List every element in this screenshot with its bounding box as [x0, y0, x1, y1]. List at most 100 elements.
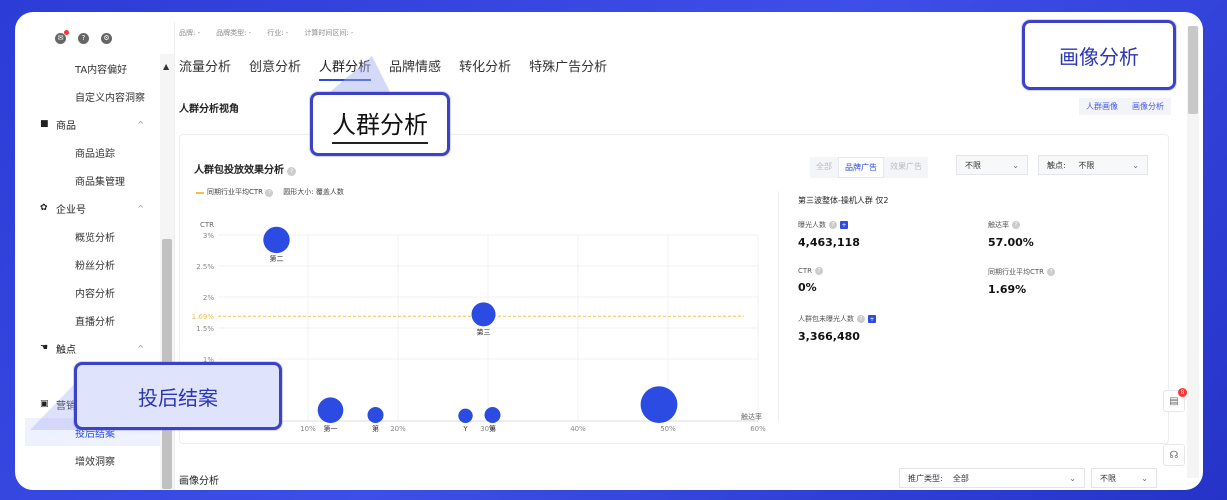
- touch-icon: ☚: [40, 343, 49, 353]
- bubble: [484, 407, 501, 423]
- view-button-portrait[interactable]: 画像分析: [1125, 98, 1171, 115]
- bubble-label: 第: [372, 424, 379, 433]
- metric-value: 3,366,480: [798, 330, 860, 343]
- sidebar-item[interactable]: 商品集管理: [25, 166, 174, 194]
- bubble-label: Y: [462, 425, 468, 433]
- crowd-analysis-callout: 人群分析: [310, 92, 450, 156]
- extra-filter-value: 不限: [1100, 473, 1116, 483]
- bubble: [317, 397, 344, 423]
- message-badge: 8: [1178, 388, 1187, 397]
- metric-label-row: 曝光人数? +: [798, 220, 968, 230]
- metric-label-row: 触达率?: [988, 220, 1158, 230]
- metric: CTR? 0%: [798, 267, 968, 296]
- panel-divider: [778, 191, 779, 421]
- sidebar-item[interactable]: 直播分析: [25, 306, 174, 334]
- sidebar-item[interactable]: 内容分析: [25, 278, 174, 306]
- add-icon[interactable]: +: [840, 221, 848, 229]
- chat-icon[interactable]: ✉: [55, 29, 69, 44]
- metric-label: 触达率: [988, 221, 1009, 229]
- view-button-crowd-profile[interactable]: 人群画像: [1079, 98, 1125, 115]
- page-scrollbar[interactable]: [1187, 26, 1199, 478]
- x-tick-label: 50%: [660, 425, 676, 433]
- promotion-type-select[interactable]: 推广类型: 全部 ⌄: [899, 468, 1085, 488]
- extra-filter-select[interactable]: 不限 ⌄: [1091, 468, 1157, 488]
- metric: 曝光人数? +4,463,118: [798, 220, 968, 249]
- metric-label: 曝光人数: [798, 221, 826, 229]
- message-icon: ▤: [1169, 395, 1179, 407]
- touch-value: 不限: [1078, 160, 1095, 170]
- bubble: [458, 408, 473, 423]
- view-switch: 人群画像 画像分析: [1079, 98, 1171, 115]
- help-icon[interactable]: ?: [287, 167, 296, 176]
- promotion-type-label: 推广类型:: [908, 473, 943, 483]
- metric: 触达率? 57.00%: [988, 220, 1158, 249]
- touch-select[interactable]: 触点: 不限 ⌄: [1038, 155, 1148, 175]
- chevron-down-icon: ⌄: [1141, 473, 1148, 483]
- filter-item: 计算时间区间: -: [304, 29, 354, 37]
- settings-icon[interactable]: ⚙: [101, 32, 112, 44]
- sidebar-item[interactable]: 粉丝分析: [25, 250, 174, 278]
- bubble-label: 第: [489, 424, 496, 433]
- metric-label: CTR: [798, 267, 813, 275]
- page-scroll-thumb[interactable]: [1188, 26, 1198, 114]
- sidebar-group[interactable]: ☚ 触点 ^: [25, 334, 174, 362]
- card-title-text: 人群包投放效果分析: [194, 165, 284, 176]
- metric-value: 57.00%: [988, 236, 1034, 249]
- y-tick-label: 1.5%: [196, 325, 214, 333]
- detail-title: 第三波整体-操机人群 仅2: [798, 196, 889, 205]
- sidebar-item[interactable]: 增效洞察: [25, 446, 174, 474]
- promotion-type-value: 全部: [952, 473, 969, 483]
- ad-filter-select[interactable]: 不限 ⌄: [956, 155, 1028, 175]
- filter-item: 行业: -: [267, 29, 289, 37]
- sidebar-group[interactable]: ✿ 企业号 ^: [25, 194, 174, 222]
- tab-0[interactable]: 流量分析: [179, 56, 231, 81]
- chevron-up-icon: ^: [137, 119, 144, 129]
- help-icon[interactable]: ?: [78, 32, 89, 44]
- sidebar-top-icons: ✉ ? ⚙: [25, 22, 174, 54]
- sidebar-item[interactable]: 商品追踪: [25, 138, 174, 166]
- segment-option[interactable]: 全部: [810, 157, 838, 178]
- help-icon[interactable]: ?: [1047, 268, 1056, 276]
- metric-value: 1.69%: [988, 283, 1027, 296]
- metric-value: 4,463,118: [798, 236, 860, 249]
- sidebar-group-label: 营销: [56, 400, 76, 412]
- bubble: [640, 386, 678, 423]
- metric: 人群包未曝光人数? +3,366,480: [798, 314, 968, 343]
- add-icon[interactable]: +: [868, 315, 876, 323]
- portrait-callout-text: 画像分析: [1059, 44, 1139, 69]
- bubble: [263, 226, 290, 254]
- scroll-up-icon[interactable]: ▲: [163, 62, 169, 71]
- postcast-callout: 投后结案: [74, 362, 282, 430]
- x-tick-label: 40%: [570, 425, 586, 433]
- x-tick-label: 20%: [390, 425, 406, 433]
- metric-value: 0%: [798, 281, 817, 294]
- x-tick-label: 10%: [300, 425, 316, 433]
- bubble-label: 第三: [477, 327, 491, 336]
- metric-label: 同期行业平均CTR: [988, 268, 1045, 276]
- portrait-section-title: 画像分析: [179, 476, 219, 487]
- filter-item: 品牌类型: -: [216, 29, 252, 37]
- message-float-button[interactable]: ▤ 8: [1163, 388, 1187, 412]
- sidebar-group-label: 企业号: [56, 204, 86, 216]
- help-icon[interactable]: ?: [829, 221, 837, 229]
- bubble-label: 第二: [270, 254, 284, 263]
- help-icon[interactable]: ?: [857, 315, 865, 323]
- portrait-section-header: 画像分析 推广类型: 全部 ⌄ 不限 ⌄: [179, 468, 1169, 490]
- help-icon[interactable]: ?: [815, 267, 824, 275]
- sidebar-item[interactable]: 概览分析: [25, 222, 174, 250]
- tab-4[interactable]: 转化分析: [459, 56, 511, 81]
- sidebar-item[interactable]: TA内容偏好: [25, 54, 174, 82]
- tab-3[interactable]: 品牌情感: [389, 56, 441, 81]
- chevron-down-icon: ⌄: [1132, 160, 1139, 170]
- tab-5[interactable]: 特殊广告分析: [529, 56, 607, 81]
- sidebar-group[interactable]: ■ 商品 ^: [25, 110, 174, 138]
- segment-option[interactable]: 效果广告: [884, 157, 928, 178]
- segment-option[interactable]: 品牌广告: [838, 157, 884, 178]
- tab-2[interactable]: 人群分析: [319, 56, 372, 81]
- support-float-button[interactable]: ☊: [1163, 444, 1185, 466]
- help-icon[interactable]: ?: [1012, 221, 1020, 229]
- sidebar-item[interactable]: 自定义内容洞察: [25, 82, 174, 110]
- filter-bar: 品牌: - 品牌类型: - 行业: - 计算时间区间: -: [179, 28, 353, 38]
- tab-1[interactable]: 创意分析: [249, 56, 301, 81]
- bubble-label: 第一: [324, 424, 338, 433]
